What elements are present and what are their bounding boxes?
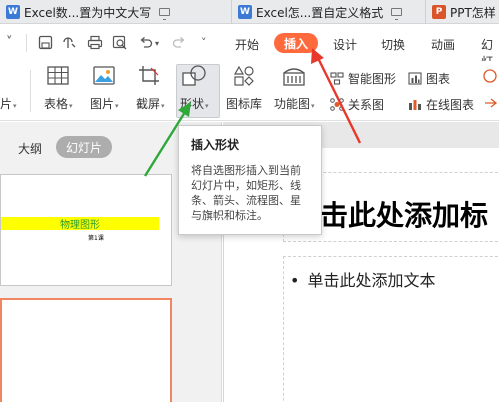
ribbon-partial-label: 片 — [0, 97, 13, 111]
tab-label: Excel怎...置自定义格式 — [256, 5, 384, 20]
pin-window-icon[interactable] — [159, 8, 171, 20]
tooltip-title: 插入形状 — [191, 138, 240, 152]
icon-library-label: 图标库 — [226, 97, 263, 111]
tooltip-line: 与旗帜和标注。 — [191, 209, 268, 222]
tooltip-line: 将自选图形插入到当前 — [191, 164, 301, 177]
excel-doc-icon: W — [6, 5, 20, 19]
document-tab[interactable]: W Excel数...置为中文大写 — [0, 0, 232, 24]
shape-icon — [182, 65, 206, 86]
slide-thumbnail[interactable]: 物理图形 第1课 — [0, 174, 172, 286]
relation-chart-icon — [330, 98, 344, 111]
thumbnail-subtitle: 第1课 — [88, 235, 104, 242]
body-placeholder: • 单击此处添加文本 — [290, 271, 436, 290]
smart-art-icon — [330, 72, 344, 85]
smart-art-label: 智能图形 — [348, 72, 397, 86]
excel-doc-icon: W — [238, 5, 252, 19]
print-preview-icon[interactable] — [112, 35, 128, 50]
undo-icon[interactable] — [138, 35, 153, 50]
divider — [26, 34, 27, 52]
title-placeholder: 击此处添加标 — [320, 199, 489, 232]
online-chart-button[interactable]: 在线图表 — [408, 96, 474, 113]
body-placeholder-text: 单击此处添加文本 — [307, 271, 436, 290]
ribbon-partial-button[interactable]: 片▾ — [0, 65, 17, 112]
function-chart-button[interactable]: 功能图▾ — [274, 65, 315, 112]
pin-window-icon[interactable] — [391, 8, 403, 20]
tooltip-line: 幻灯片中，如矩形、线 — [191, 179, 301, 192]
save-icon[interactable] — [38, 35, 53, 50]
menu-animations[interactable]: 动画 — [431, 36, 455, 53]
chart-button[interactable]: 图表 — [408, 70, 450, 87]
tab-label: Excel数...置为中文大写 — [24, 5, 152, 20]
print-icon[interactable] — [87, 35, 103, 50]
picture-icon — [93, 66, 115, 85]
screenshot-button[interactable]: 截屏▾ — [136, 65, 165, 112]
slide-thumbnail-selected[interactable] — [0, 298, 172, 402]
online-chart-label: 在线图表 — [426, 98, 475, 112]
table-label: 表格 — [44, 97, 69, 111]
divider — [30, 70, 31, 112]
relation-chart-label: 关系图 — [348, 98, 385, 112]
document-tab[interactable]: P PPT怎样 — [426, 0, 499, 24]
collapse-chevron-icon[interactable]: ˅ — [6, 35, 13, 51]
menu-transitions[interactable]: 切换 — [381, 36, 405, 53]
insert-table-button[interactable]: 表格▾ — [44, 65, 73, 112]
customize-toolbar-chevron-icon[interactable]: ˅ — [201, 35, 207, 51]
document-tab[interactable]: W Excel怎...置自定义格式 — [232, 0, 426, 24]
tab-outline[interactable]: 大纲 — [18, 140, 42, 157]
table-icon — [47, 66, 69, 85]
menu-bar: ˅ ▾ ˅ 开始 插入 设计 切换 动画 幻 — [0, 25, 499, 69]
chart-icon — [408, 72, 422, 85]
icon-library-button[interactable]: 图标库 — [226, 65, 262, 112]
more-ribbon-icon-2[interactable] — [482, 95, 499, 111]
document-tab-bar: W Excel数...置为中文大写 W Excel怎...置自定义格式 P PP… — [0, 0, 499, 24]
chart-label: 图表 — [426, 72, 451, 86]
insert-picture-button[interactable]: 图片▾ — [90, 65, 119, 112]
menu-insert[interactable]: 插入 — [274, 33, 318, 53]
smart-art-button[interactable]: 智能图形 — [330, 70, 396, 87]
relation-chart-button[interactable]: 关系图 — [330, 96, 384, 113]
export-icon[interactable] — [62, 35, 77, 50]
thumbnail-title: 物理图形 — [1, 217, 159, 231]
redo-icon[interactable] — [172, 35, 187, 50]
insert-shape-button[interactable]: 形状▾ — [180, 65, 209, 112]
function-chart-label: 功能图 — [274, 97, 311, 111]
menu-home[interactable]: 开始 — [235, 36, 259, 53]
icon-library-icon — [233, 65, 254, 86]
tab-slides[interactable]: 幻灯片 — [56, 136, 112, 158]
tooltip-line: 条、箭头、流程图、星 — [191, 194, 301, 207]
function-chart-icon — [283, 68, 305, 86]
menu-design[interactable]: 设计 — [333, 36, 357, 53]
screenshot-label: 截屏 — [136, 97, 161, 111]
more-ribbon-icon[interactable] — [482, 68, 499, 84]
screenshot-icon — [139, 66, 160, 85]
tab-label: PPT怎样 — [450, 5, 496, 20]
tooltip-description: 将自选图形插入到当前 幻灯片中，如矩形、线 条、箭头、流程图、星 与旗帜和标注。 — [191, 163, 309, 223]
undo-dropdown-chevron-icon[interactable]: ▾ — [155, 36, 159, 52]
ppt-doc-icon: P — [432, 5, 446, 19]
shape-tooltip: 插入形状 将自选图形插入到当前 幻灯片中，如矩形、线 条、箭头、流程图、星 与旗… — [178, 125, 322, 235]
shape-label: 形状 — [180, 97, 205, 111]
wps-presentation-window: W Excel数...置为中文大写 W Excel怎...置自定义格式 P PP… — [0, 0, 499, 402]
online-chart-icon — [409, 100, 421, 110]
picture-label: 图片 — [90, 97, 115, 111]
